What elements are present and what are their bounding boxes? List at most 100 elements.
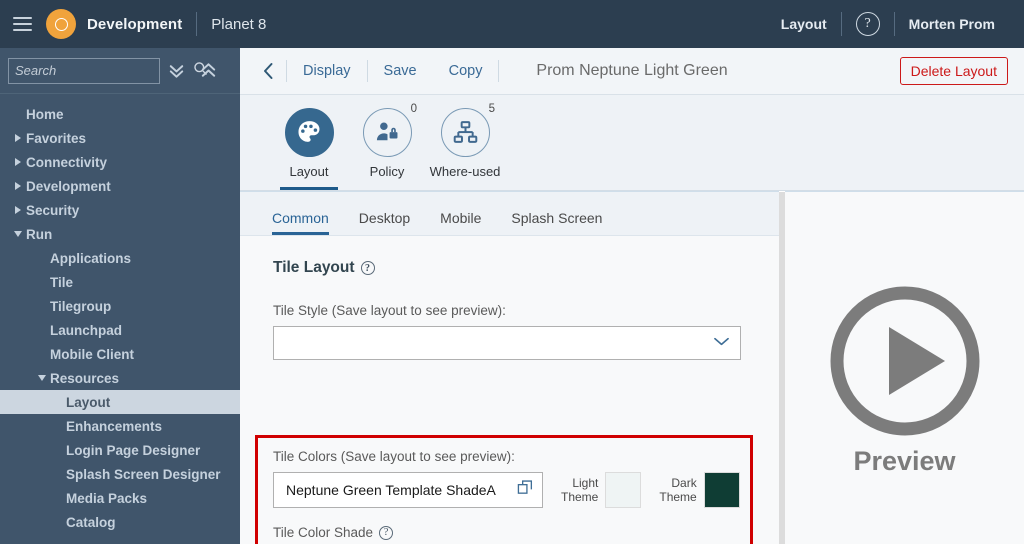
sidebar-item-label: Mobile Client <box>50 346 134 362</box>
icon-tab-where-used[interactable]: 5 Where-used <box>426 95 504 190</box>
sidebar-item-launchpad[interactable]: Launchpad <box>0 318 240 342</box>
tile-colors-label: Tile Colors (Save layout to see preview)… <box>273 449 515 464</box>
tab-bar: Common Desktop Mobile Splash Screen <box>240 192 779 236</box>
sidebar-item-label: Catalog <box>66 514 116 530</box>
display-button[interactable]: Display <box>287 63 367 79</box>
object-header-icon-tabs: Layout 0 Policy 5 Where-used <box>240 95 1024 191</box>
tab-splash-screen[interactable]: Splash Screen <box>511 210 602 235</box>
chevron-right-icon <box>10 206 26 214</box>
shell-title-divider <box>196 12 198 36</box>
tile-color-shade-label: Tile Color Shade <box>273 525 374 540</box>
sidebar-item-applications[interactable]: Applications <box>0 246 240 270</box>
help-circle-icon[interactable]: ? <box>360 261 375 275</box>
sidebar-item-splash-screen-designer[interactable]: Splash Screen Designer <box>0 462 240 486</box>
tab-desktop[interactable]: Desktop <box>359 210 410 235</box>
sidebar-search-row <box>0 48 240 94</box>
sidebar-item-media-packs[interactable]: Media Packs <box>0 486 240 510</box>
icon-tab-layout[interactable]: Layout <box>270 95 348 190</box>
chevron-down-icon <box>34 375 50 381</box>
shell-title[interactable]: Development <box>87 16 182 33</box>
navigation-tree: Home Favorites Connectivity Development Secu… <box>0 94 240 534</box>
sidebar-item-tilegroup[interactable]: Tilegroup <box>0 294 240 318</box>
sidebar-item-login-page-designer[interactable]: Login Page Designer <box>0 438 240 462</box>
dark-theme-label: Dark Theme <box>659 476 697 504</box>
sidebar-item-label: Development <box>26 178 111 194</box>
double-chevron-down-icon[interactable] <box>160 55 192 87</box>
help-circle-icon[interactable]: ? <box>379 525 394 540</box>
icon-tab-policy[interactable]: 0 Policy <box>348 95 426 190</box>
sidebar-item-enhancements[interactable]: Enhancements <box>0 414 240 438</box>
sidebar-item-home[interactable]: Home <box>0 102 240 126</box>
icon-tab-badge: 0 <box>410 103 417 115</box>
sidebar-item-development[interactable]: Development <box>0 174 240 198</box>
user-lock-icon <box>362 108 412 157</box>
tile-style-label: Tile Style (Save layout to see preview): <box>273 303 506 318</box>
toolbar-divider <box>498 60 500 82</box>
sidebar-item-favorites[interactable]: Favorites <box>0 126 240 150</box>
chevron-right-icon <box>10 134 26 142</box>
content-panel-left: Common Desktop Mobile Splash Screen Tile La… <box>240 191 779 544</box>
light-theme-label: Light Theme <box>561 476 599 504</box>
sidebar-item-mobile-client[interactable]: Mobile Client <box>0 342 240 366</box>
chevron-down-icon[interactable] <box>713 334 730 352</box>
section-title: Tile Layout <box>273 259 355 276</box>
shell-subtitle: Planet 8 <box>211 15 267 33</box>
tile-style-select[interactable] <box>273 326 741 360</box>
chevron-right-icon <box>10 182 26 190</box>
palette-icon <box>284 108 334 157</box>
sidebar-item-label: Tilegroup <box>50 298 112 314</box>
shell-bar: Development Planet 8 Layout ? Morten Pro… <box>0 0 1024 48</box>
sidebar-item-resources[interactable]: Resources <box>0 366 240 390</box>
sidebar-item-label: Splash Screen Designer <box>66 466 221 482</box>
tab-common[interactable]: Common <box>272 210 329 235</box>
sidebar-item-label: Enhancements <box>66 418 163 434</box>
sidebar-item-tile[interactable]: Tile <box>0 270 240 294</box>
section-title-row: Tile Layout ? <box>273 259 779 277</box>
save-button[interactable]: Save <box>368 63 433 79</box>
sidebar: Home Favorites Connectivity Development Secu… <box>0 48 240 544</box>
sidebar-item-label: Layout <box>66 394 111 410</box>
tile-color-shade-row: Tile Color Shade ? <box>273 525 750 540</box>
shell-bar-right: Layout ? Morten Prom <box>767 0 1024 48</box>
sidebar-item-connectivity[interactable]: Connectivity <box>0 150 240 174</box>
dark-theme-swatch[interactable] <box>703 472 740 508</box>
preview-panel: Preview <box>785 191 1024 544</box>
neptune-logo-icon[interactable] <box>46 9 76 39</box>
sidebar-item-label: Security <box>26 202 80 218</box>
page-header-toolbar: Display Save Copy Prom Neptune Light Gre… <box>240 48 1024 95</box>
double-chevron-up-icon[interactable] <box>192 55 224 87</box>
tile-color-input[interactable]: Neptune Green Template ShadeA <box>273 472 543 508</box>
light-theme-swatch[interactable] <box>605 472 642 508</box>
sidebar-item-run[interactable]: Run <box>0 222 240 246</box>
delete-layout-button[interactable]: Delete Layout <box>899 57 1008 85</box>
user-menu[interactable]: Morten Prom <box>895 16 1009 32</box>
value-help-icon[interactable] <box>517 479 534 501</box>
sidebar-item-label: Run <box>26 226 53 242</box>
chevron-down-icon <box>10 231 26 237</box>
tab-mobile[interactable]: Mobile <box>440 210 481 235</box>
icon-tab-underline <box>280 187 338 190</box>
shell-link-layout[interactable]: Layout <box>767 16 841 32</box>
logo-ring <box>54 17 68 31</box>
sidebar-item-layout[interactable]: Layout <box>0 390 240 414</box>
shell-bar-left: Development Planet 8 <box>0 0 266 48</box>
hamburger-line <box>12 17 32 19</box>
sidebar-item-security[interactable]: Security <box>0 198 240 222</box>
play-circle-icon[interactable] <box>827 283 983 444</box>
sidebar-item-label: Launchpad <box>50 322 123 338</box>
preview-placeholder[interactable]: Preview <box>827 283 983 477</box>
shell-divider <box>840 12 842 36</box>
search-box[interactable] <box>8 57 207 84</box>
sidebar-item-label: Home <box>26 106 64 122</box>
sidebar-item-catalog[interactable]: Catalog <box>0 510 240 534</box>
icon-tab-label: Layout <box>289 164 329 179</box>
copy-button[interactable]: Copy <box>433 63 499 79</box>
chevron-left-icon[interactable] <box>250 48 286 94</box>
org-chart-icon <box>440 108 490 157</box>
hamburger-line <box>12 23 32 25</box>
hamburger-icon[interactable] <box>0 0 44 48</box>
preview-label: Preview <box>853 446 956 476</box>
help-icon[interactable]: ? <box>855 12 880 36</box>
tile-color-value: Neptune Green Template ShadeA <box>286 482 496 498</box>
sidebar-item-label: Resources <box>50 370 120 386</box>
